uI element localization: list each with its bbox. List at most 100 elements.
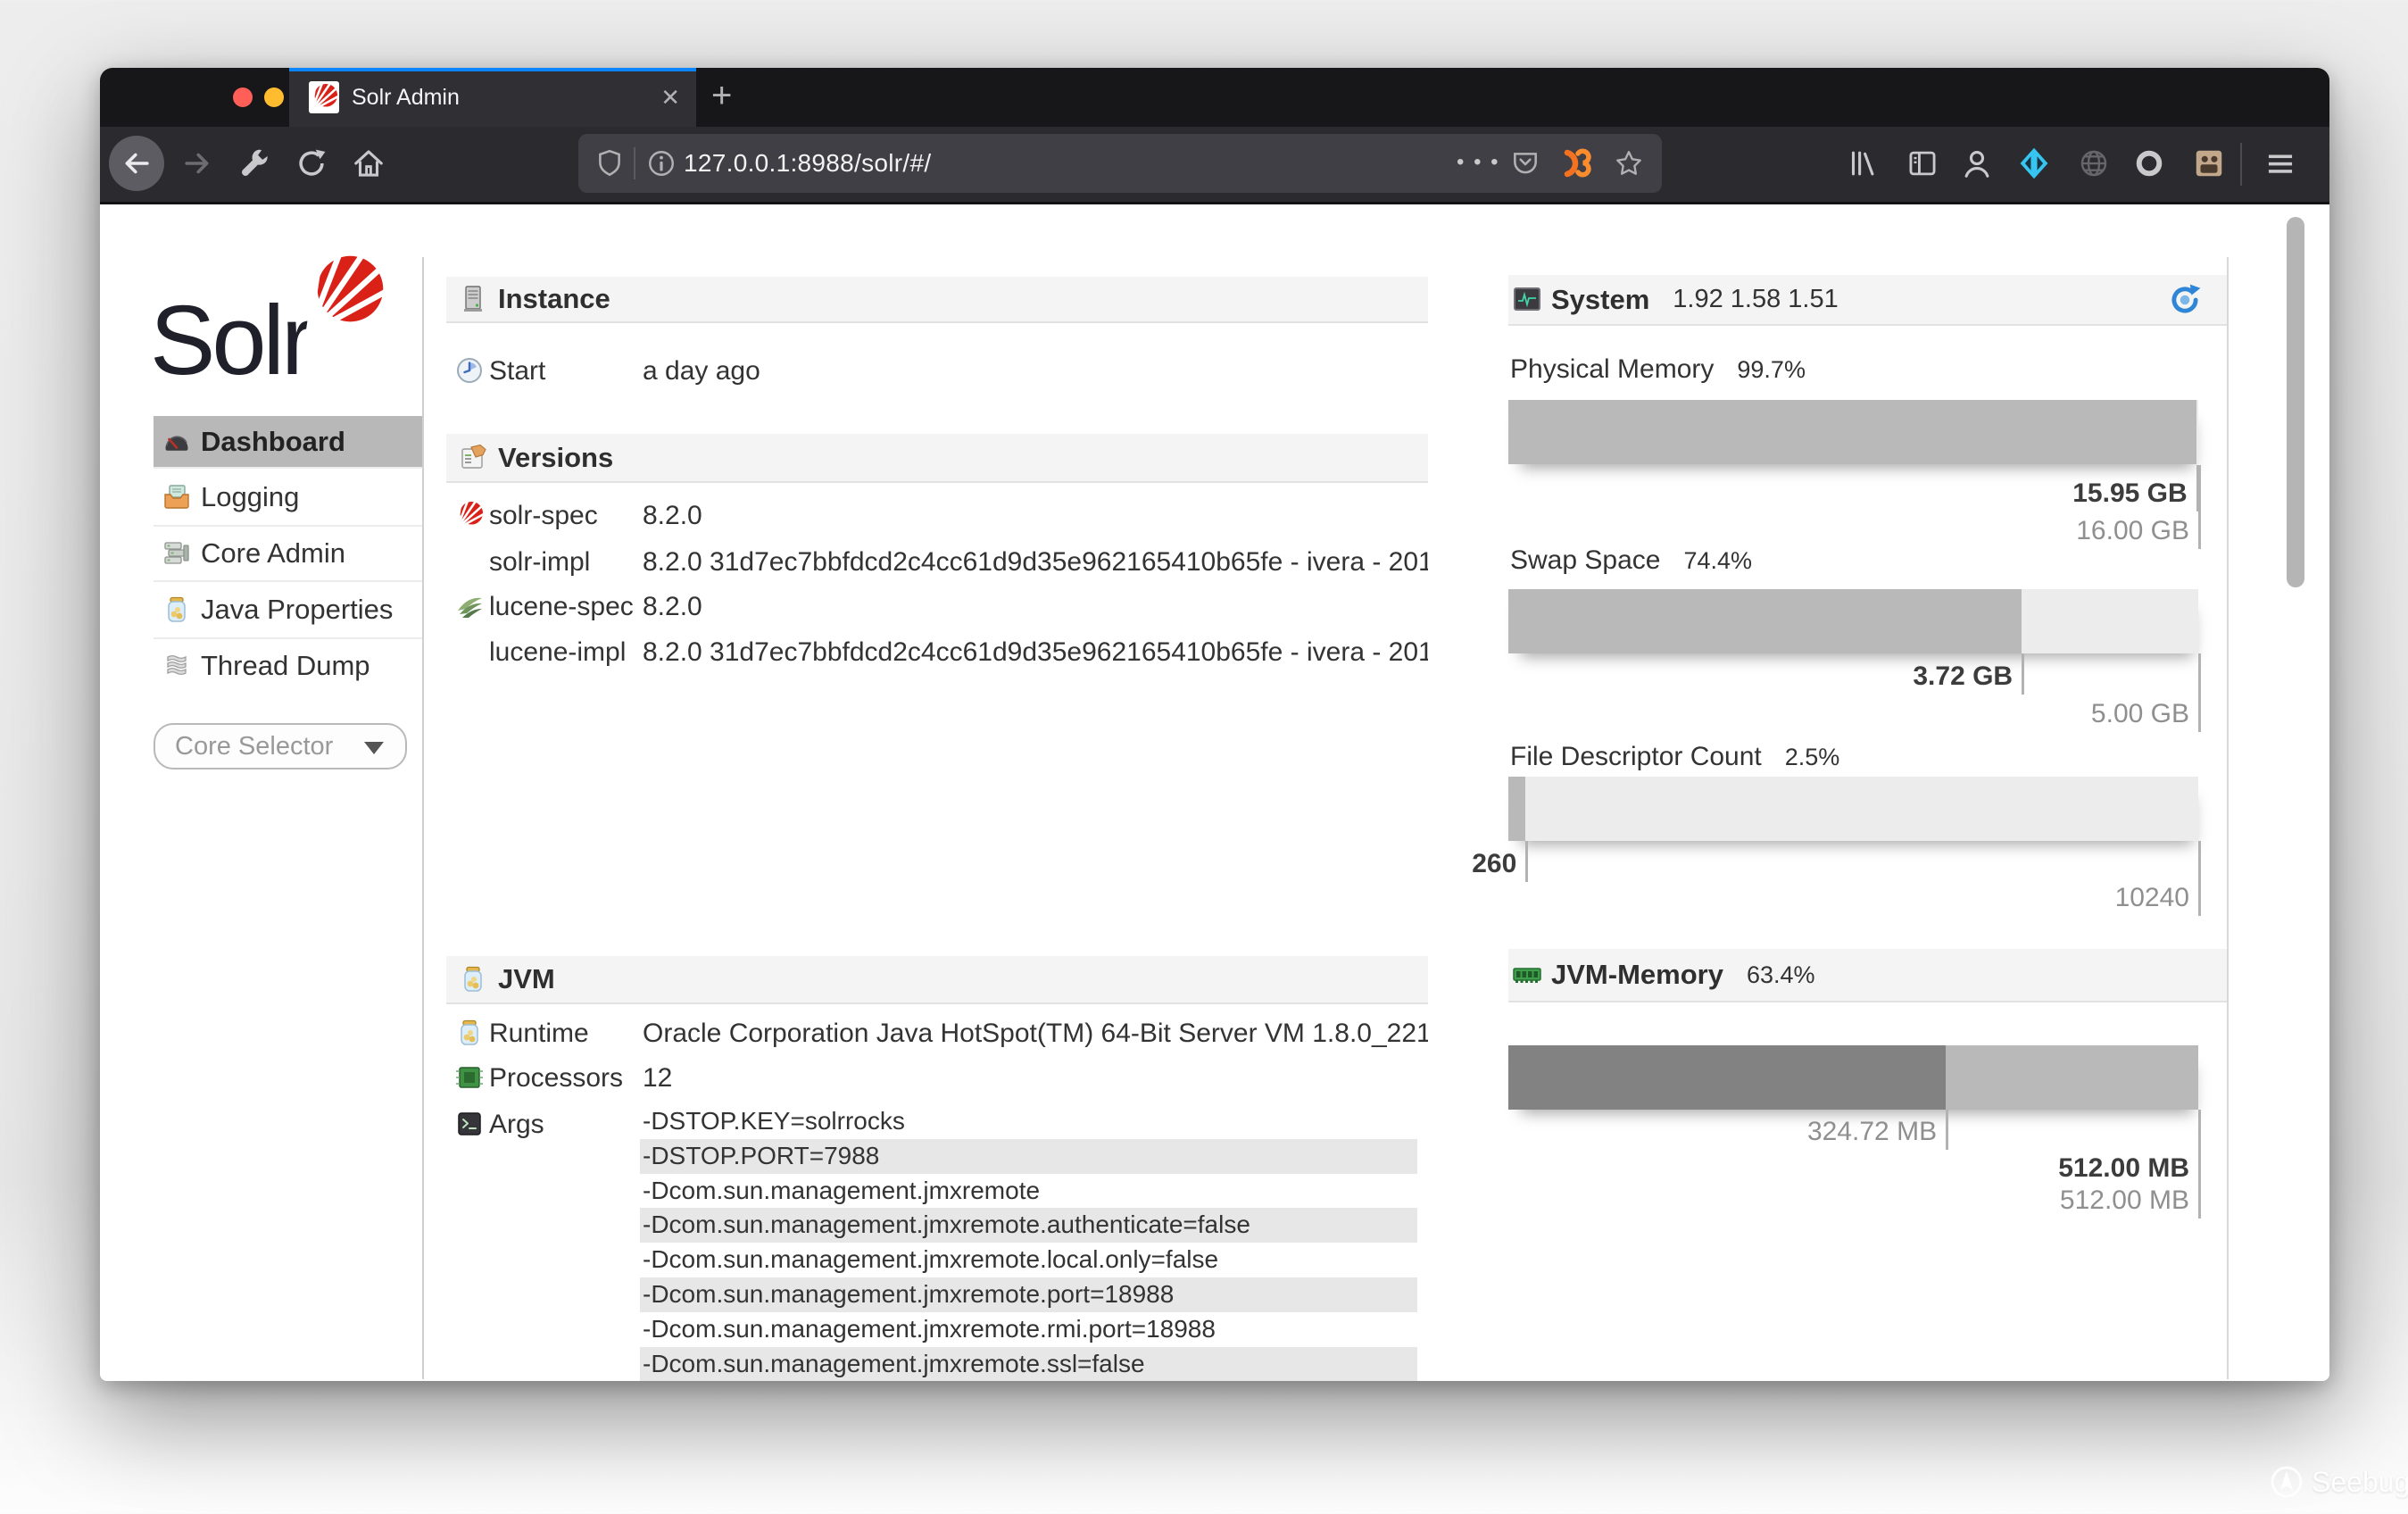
row-value: 12 xyxy=(643,1058,1428,1099)
row-value: 8.2.0 xyxy=(643,495,1428,537)
gauge-values-file-descriptor: 260 10240 xyxy=(1508,841,2198,916)
versions-section-header: Versions xyxy=(446,434,1428,483)
sidebar-toggle-icon xyxy=(1906,146,1939,180)
scrollbar-thumb[interactable] xyxy=(2287,217,2304,587)
row-value: a day ago xyxy=(643,351,1428,392)
bookmark-star-icon[interactable] xyxy=(1614,148,1644,179)
library-button[interactable] xyxy=(1845,146,1879,180)
close-window-button[interactable] xyxy=(233,87,253,107)
sidebar-item-thread-dump[interactable]: Thread Dump xyxy=(154,637,422,693)
sidebar-item-java-properties[interactable]: Java Properties xyxy=(154,580,422,637)
url-text[interactable]: 127.0.0.1:8988/solr/#/ xyxy=(684,134,931,193)
d3-extension-icon[interactable] xyxy=(1562,148,1592,179)
page-actions-icon[interactable]: • • • xyxy=(1457,134,1500,193)
reload-button[interactable] xyxy=(295,146,328,180)
seebug-logo-icon xyxy=(2267,1462,2306,1502)
row-label: Args xyxy=(489,1104,544,1145)
thread-dump-icon xyxy=(162,652,191,680)
row-label: lucene-spec xyxy=(489,586,634,628)
tools-button[interactable] xyxy=(238,146,272,180)
globe-extension-button[interactable] xyxy=(2077,146,2111,180)
home-button[interactable] xyxy=(352,146,386,180)
minimize-window-button[interactable] xyxy=(264,87,284,107)
row-label: Runtime xyxy=(489,1013,589,1054)
sidebar-item-dashboard[interactable]: Dashboard xyxy=(154,416,422,467)
new-tab-button[interactable]: + xyxy=(711,68,732,127)
jvm-memory-section-header: JVM-Memory 63.4% xyxy=(1508,949,2227,1002)
gauge-name: Swap Space xyxy=(1510,545,1660,576)
gauge-bar-file-descriptor xyxy=(1508,777,2198,841)
tab-close-icon[interactable]: ✕ xyxy=(660,68,680,127)
version-row: solr-impl 8.2.0 31d7ec7bbfdcd2c4cc61d9d3… xyxy=(446,542,1428,583)
sidebar-item-logging[interactable]: Logging xyxy=(154,467,422,525)
gauge-percent: 63.4% xyxy=(1747,961,1815,989)
jvm-args-list: -DSTOP.KEY=solrrocks -DSTOP.PORT=7988 -D… xyxy=(640,1104,1417,1381)
java-properties-jar-icon xyxy=(162,595,191,624)
blue-diamond-icon xyxy=(2017,146,2051,180)
account-person-icon xyxy=(1960,146,1994,180)
wrench-icon xyxy=(238,146,272,180)
solr-favicon-icon xyxy=(309,81,339,113)
extension-diamond-button[interactable] xyxy=(2017,146,2051,180)
menu-button[interactable] xyxy=(2263,146,2297,180)
system-panel: System 1.92 1.58 1.51 Physical Memory 99… xyxy=(1508,204,2227,1381)
gauge-max-value: 10240 xyxy=(1508,841,2201,916)
system-monitor-icon xyxy=(1512,286,1542,314)
row-value: 8.2.0 xyxy=(643,586,1428,628)
versions-card-icon xyxy=(459,444,487,472)
gauge-fill xyxy=(1508,400,2196,464)
args-terminal-icon xyxy=(455,1110,484,1138)
jvm-arg: -Dcom.sun.management.jmxremote.authentic… xyxy=(640,1208,1417,1243)
gauge-name: File Descriptor Count xyxy=(1510,742,1762,772)
page-content: Solr Dashboard Logging Core Adm xyxy=(100,204,2329,1381)
runtime-row: Runtime Oracle Corporation Java HotSpot(… xyxy=(446,1013,1428,1054)
ring-extension-button[interactable] xyxy=(2132,146,2166,180)
gauge-values-swap-space: 3.72 GB 5.00 GB xyxy=(1508,653,2198,732)
gauge-fill xyxy=(1508,1045,1946,1110)
sidebar-item-label: Thread Dump xyxy=(201,650,370,682)
address-bar[interactable]: 127.0.0.1:8988/solr/#/ • • • xyxy=(578,134,1662,193)
site-info-icon[interactable] xyxy=(646,148,677,179)
account-button[interactable] xyxy=(1960,146,1994,180)
sidebar-item-label: Logging xyxy=(201,481,299,513)
refresh-icon xyxy=(2168,283,2202,317)
refresh-button[interactable] xyxy=(2168,283,2202,317)
dashboard-gauge-icon xyxy=(162,428,191,456)
gauge-bar-swap-space xyxy=(1508,589,2198,653)
urlbar-separator xyxy=(634,147,635,179)
solr-logo-text[interactable]: Solr xyxy=(150,292,311,390)
start-row: Start a day ago xyxy=(446,351,1428,392)
jvm-arg: -Dcom.sun.management.jmxremote xyxy=(640,1174,1417,1209)
gauge-label-swap-space: Swap Space 74.4% xyxy=(1510,545,1752,579)
section-title: JVM-Memory xyxy=(1551,959,1723,991)
core-selector-dropdown[interactable]: Core Selector xyxy=(154,723,407,769)
gauge-bar-physical-memory xyxy=(1508,400,2198,464)
browser-toolbar: 127.0.0.1:8988/solr/#/ • • • xyxy=(100,127,2329,204)
gauge-name: Physical Memory xyxy=(1510,354,1714,385)
gauge-max-value: 5.00 GB xyxy=(1508,653,2201,732)
browser-window: Solr Admin ✕ + 127.0.0.1: xyxy=(100,68,2329,1381)
tracking-protection-shield-icon[interactable] xyxy=(594,148,625,179)
back-button[interactable] xyxy=(109,136,164,191)
processor-chip-icon xyxy=(455,1063,484,1092)
forward-button[interactable] xyxy=(180,146,214,180)
tab-solr-admin[interactable]: Solr Admin ✕ xyxy=(289,68,696,127)
jvm-arg: -Dcom.sun.management.jmxremote.port=1898… xyxy=(640,1277,1417,1312)
section-title: Versions xyxy=(498,442,613,474)
row-label: lucene-impl xyxy=(489,632,626,673)
gauge-percent: 2.5% xyxy=(1785,744,1840,771)
gauge-values-jvm-memory: 324.72 MB 512.00 MB 512.00 MB xyxy=(1508,1110,2198,1219)
row-label: solr-impl xyxy=(489,542,590,583)
jvm-arg: -DSTOP.PORT=7988 xyxy=(640,1139,1417,1174)
section-title: Instance xyxy=(498,283,610,315)
sidebar-item-core-admin[interactable]: Core Admin xyxy=(154,525,422,580)
core-selector-placeholder: Core Selector xyxy=(175,725,333,768)
jvm-arg: -DSTOP.KEY=solrrocks xyxy=(640,1104,1417,1139)
sidebar-toggle-button[interactable] xyxy=(1906,146,1939,180)
tile-extension-button[interactable] xyxy=(2192,146,2226,180)
hamburger-icon xyxy=(2263,146,2297,180)
runtime-jar-icon xyxy=(455,1019,484,1047)
forward-arrow-icon xyxy=(180,146,214,180)
version-row: lucene-impl 8.2.0 31d7ec7bbfdcd2c4cc61d9… xyxy=(446,632,1428,673)
pocket-icon[interactable] xyxy=(1510,148,1540,179)
